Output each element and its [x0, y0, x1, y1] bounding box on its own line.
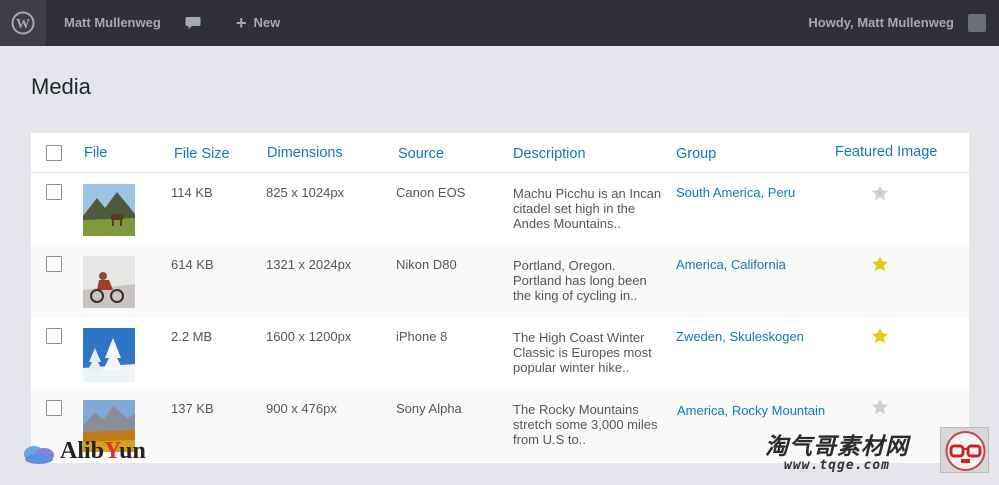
media-table: File File Size Dimensions Source Descrip… [31, 133, 969, 463]
dimensions: 1600 x 1200px [266, 329, 352, 344]
column-group[interactable]: Group [676, 146, 716, 162]
group-link[interactable]: America, California [676, 257, 786, 272]
description: The Rocky Mountains stretch some 3,000 m… [513, 402, 658, 447]
star-icon[interactable] [871, 255, 889, 273]
column-file[interactable]: File [84, 145, 107, 161]
new-label: New [253, 15, 281, 30]
table-row: 2.2 MB 1600 x 1200px iPhone 8 The High C… [31, 318, 969, 390]
source: Canon EOS [396, 185, 466, 200]
wordpress-logo-icon[interactable]: W [0, 0, 46, 46]
plus-icon: + [236, 13, 247, 33]
new-content-link[interactable]: + New [236, 13, 281, 33]
source: Nikon D80 [396, 257, 457, 272]
star-icon[interactable] [871, 184, 889, 202]
thumbnail-mountain-horse[interactable] [83, 184, 135, 236]
glasses-logo-icon [940, 427, 989, 473]
watermark-cn-text: 淘气哥素材网 [765, 434, 909, 460]
table-header: File File Size Dimensions Source Descrip… [31, 133, 969, 173]
table-row: 114 KB 825 x 1024px Canon EOS Machu Picc… [31, 174, 969, 246]
admin-bar: W Matt Mullenweg + New Howdy, Matt Mulle… [0, 0, 999, 46]
file-size: 614 KB [171, 257, 214, 272]
row-checkbox[interactable] [46, 256, 62, 272]
dimensions: 825 x 1024px [266, 185, 345, 200]
watermark-left: AlibYun [22, 438, 146, 465]
description: Portland, Oregon. Portland has long been… [513, 258, 647, 303]
file-size: 137 KB [171, 401, 214, 416]
group-link[interactable]: Zweden, Skuleskogen [676, 329, 804, 344]
thumbnail-cyclist[interactable] [83, 256, 135, 308]
column-file-size[interactable]: File Size [174, 146, 230, 162]
column-description[interactable]: Description [513, 146, 586, 162]
site-name-link[interactable]: Matt Mullenweg [64, 15, 161, 31]
comment-icon[interactable] [185, 16, 201, 30]
dimensions: 1321 x 2024px [266, 257, 352, 272]
cloud-logo-icon [24, 445, 54, 464]
group-link[interactable]: South America, Peru [676, 185, 795, 200]
column-dimensions[interactable]: Dimensions [267, 145, 343, 161]
watermark-url-text: www.tqge.com [784, 458, 890, 473]
avatar[interactable] [968, 14, 986, 32]
row-checkbox[interactable] [46, 184, 62, 200]
description: Machu Picchu is an Incan citadel set hig… [513, 186, 662, 231]
page-title: Media [31, 74, 91, 99]
group-link[interactable]: America, Rocky Mountain [677, 403, 825, 418]
description: The High Coast Winter Classic is Europes… [513, 330, 652, 375]
dimensions: 900 x 476px [266, 401, 337, 416]
file-size: 114 KB [171, 185, 213, 200]
howdy-user-link[interactable]: Howdy, Matt Mullenweg [808, 15, 954, 31]
column-source[interactable]: Source [398, 146, 444, 162]
row-checkbox[interactable] [46, 400, 62, 416]
column-featured-image[interactable]: Featured Image [835, 144, 937, 160]
file-size: 2.2 MB [171, 329, 213, 344]
table-row: 614 KB 1321 x 2024px Nikon D80 Portland,… [31, 246, 969, 318]
source: iPhone 8 [396, 329, 448, 344]
watermark-right: 淘气哥素材网 www.tqge.com [765, 427, 909, 473]
svg-text:W: W [16, 17, 30, 32]
source: Sony Alpha [396, 401, 462, 416]
row-checkbox[interactable] [46, 328, 62, 344]
select-all-checkbox[interactable] [46, 145, 62, 161]
star-icon[interactable] [871, 327, 889, 345]
thumbnail-snowy-trees[interactable] [83, 328, 135, 382]
star-icon[interactable] [871, 398, 889, 416]
watermark-brand-text: AlibYun [60, 438, 146, 464]
